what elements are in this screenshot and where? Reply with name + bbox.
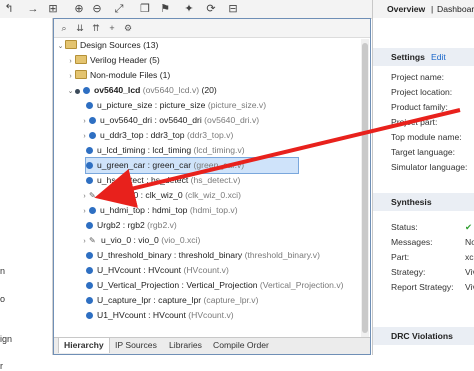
red-annotation-arrow [94,108,461,208]
left-strip-item[interactable]: r [0,361,3,371]
